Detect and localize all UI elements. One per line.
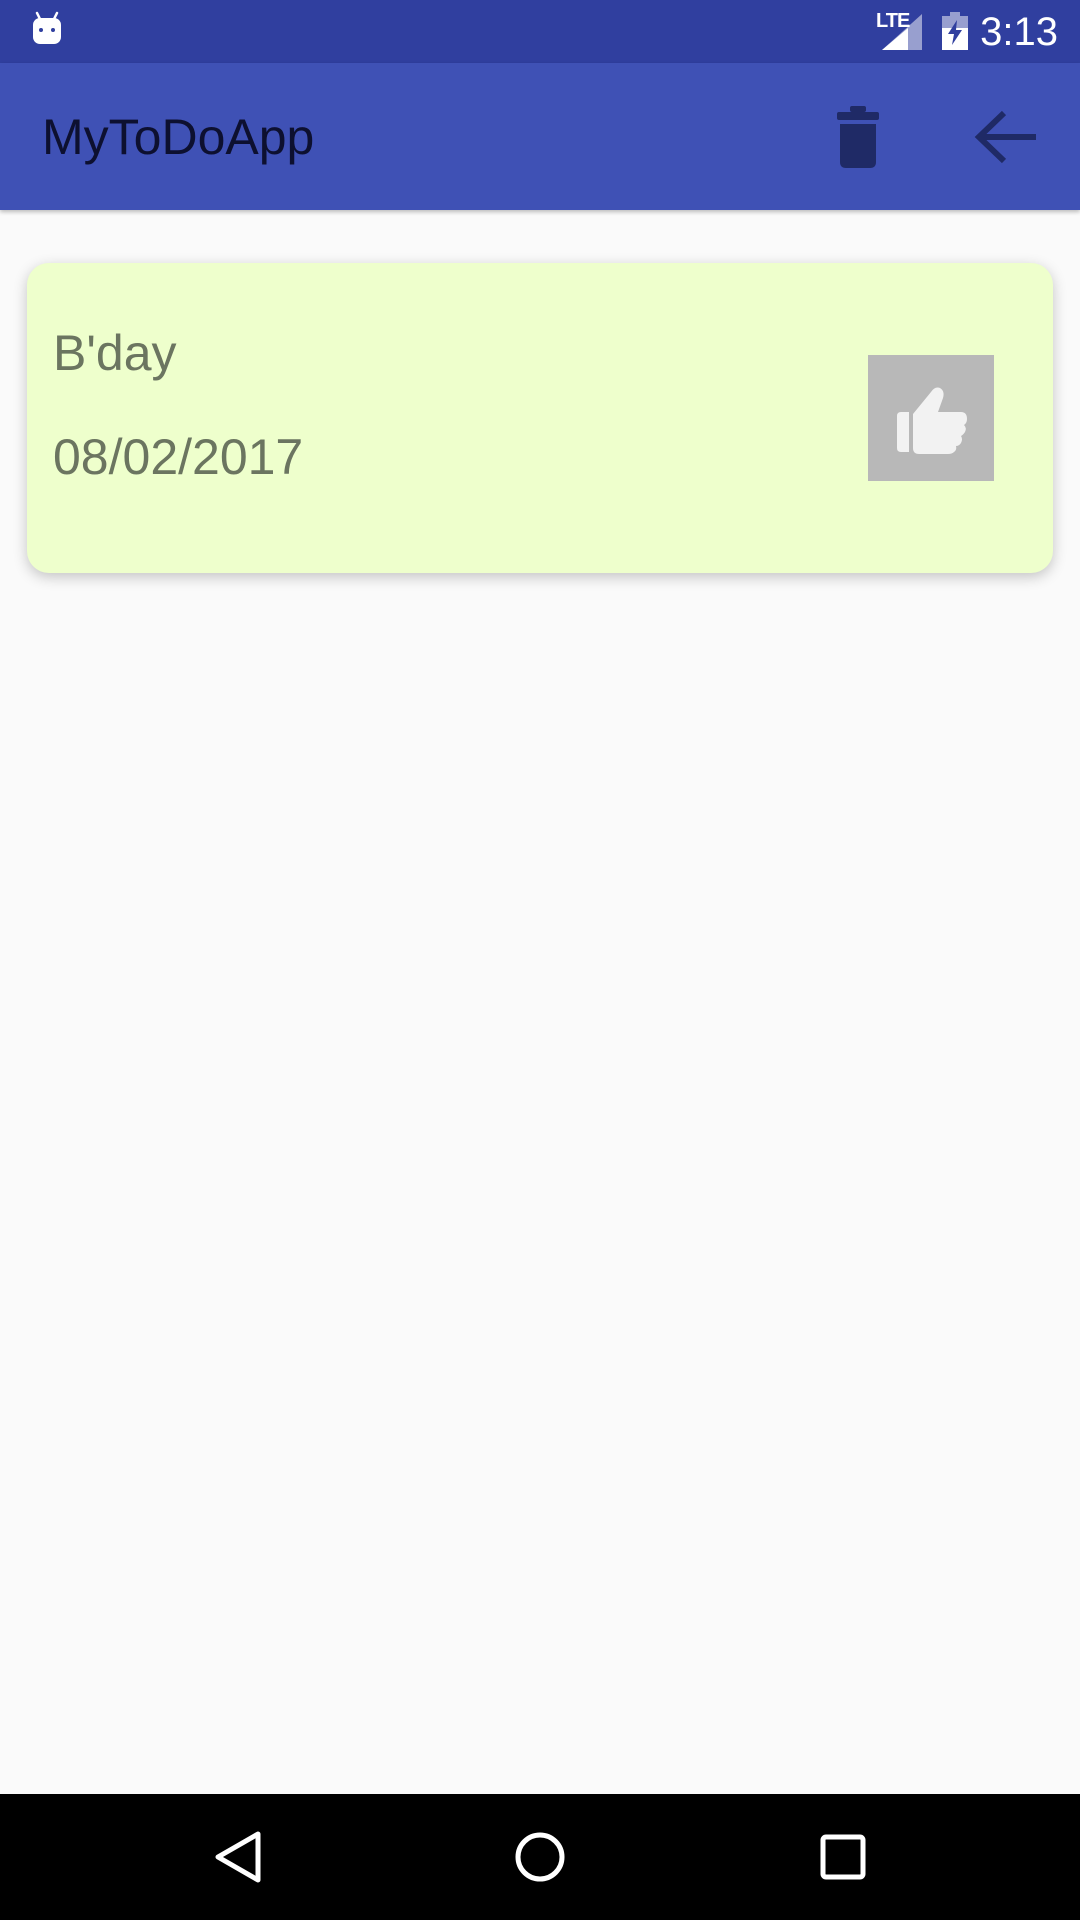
status-bar: LTE 3:13 [0, 0, 1080, 63]
todo-card[interactable]: B'day 08/02/2017 [27, 263, 1053, 573]
todo-date: 08/02/2017 [53, 429, 304, 485]
nav-home-icon [515, 1832, 565, 1882]
todo-title: B'day [53, 325, 177, 381]
delete-button[interactable] [820, 99, 896, 175]
screen: LTE 3:13 MyToDoApp B'day 08/02/2017 [0, 0, 1080, 1920]
nav-recents-icon [820, 1834, 866, 1880]
thumbs-up-button[interactable] [868, 355, 994, 481]
android-notification-icon [33, 11, 61, 44]
trash-icon [837, 106, 879, 168]
nav-back-icon [215, 1831, 261, 1883]
back-button[interactable] [968, 99, 1044, 175]
nav-recents-button[interactable] [808, 1822, 878, 1892]
thumbs-up-icon [897, 387, 967, 454]
app-title: MyToDoApp [42, 109, 315, 165]
status-clock: 3:13 [980, 10, 1058, 54]
app-bar: MyToDoApp [0, 63, 1080, 210]
arrow-back-icon [974, 110, 1036, 164]
signal-icon [882, 14, 922, 50]
nav-home-button[interactable] [505, 1822, 575, 1892]
battery-charging-icon [942, 12, 968, 50]
navigation-bar [0, 1794, 1080, 1920]
nav-back-button[interactable] [202, 1822, 272, 1892]
